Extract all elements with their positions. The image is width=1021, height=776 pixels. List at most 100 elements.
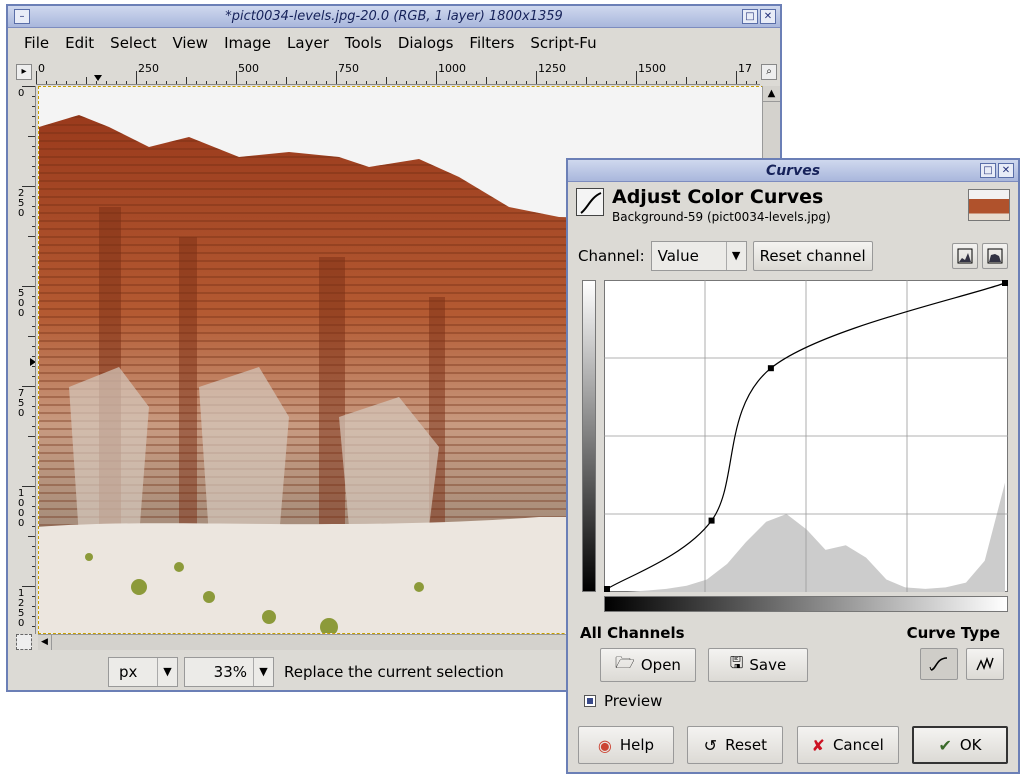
preview-label: Preview xyxy=(604,692,663,710)
menu-filters[interactable]: Filters xyxy=(461,34,522,52)
chevron-down-icon[interactable]: ▼ xyxy=(253,658,273,686)
curve-editor xyxy=(582,280,1008,620)
ruler-h-label: 1250 xyxy=(538,62,566,75)
scroll-left-icon[interactable]: ◀ xyxy=(38,635,52,650)
image-window-title: *pict0034-levels.jpg-20.0 (RGB, 1 layer)… xyxy=(225,9,563,24)
menu-dialogs[interactable]: Dialogs xyxy=(390,34,462,52)
curve-type-label: Curve Type xyxy=(906,624,1000,642)
log-histogram-icon[interactable] xyxy=(982,243,1008,269)
ruler-h-label: 0 xyxy=(38,62,45,75)
menu-tools[interactable]: Tools xyxy=(337,34,390,52)
ruler-v-label: 250 xyxy=(18,188,24,219)
input-gradient-bar xyxy=(604,596,1008,612)
ok-icon: ✔ xyxy=(938,735,952,755)
dialog-subheading: Background-59 (pict0034-levels.jpg) xyxy=(612,210,831,224)
zoom-combo[interactable]: 33% ▼ xyxy=(184,657,274,687)
reset-channel-button[interactable]: Reset channel xyxy=(752,241,873,271)
curve-control-point[interactable] xyxy=(1002,280,1008,286)
horizontal-ruler[interactable]: 0 250 500 750 1000 1250 1500 17 xyxy=(36,61,760,85)
cancel-button[interactable]: ✘ Cancel xyxy=(796,726,899,764)
ruler-v-label: 1000 xyxy=(18,488,24,529)
status-message: Replace the current selection xyxy=(284,663,504,681)
dialog-header: Adjust Color Curves Background-59 (pict0… xyxy=(576,186,1010,226)
section-labels: All Channels Curve Type xyxy=(580,624,1000,642)
image-window-titlebar[interactable]: – *pict0034-levels.jpg-20.0 (RGB, 1 laye… xyxy=(8,6,780,28)
help-button[interactable]: ◉ Help xyxy=(578,726,674,764)
curves-title: Curves xyxy=(765,163,821,179)
io-buttons: 🗁 Open 🖫 Save xyxy=(600,648,808,682)
ruler-v-label: 500 xyxy=(18,288,24,319)
scroll-up-icon[interactable]: ▲ xyxy=(763,86,780,102)
curves-titlebar[interactable]: Curves □ ✕ xyxy=(568,160,1018,182)
freehand-curve-icon[interactable] xyxy=(966,648,1004,680)
reset-label: Reset xyxy=(725,736,767,754)
quick-mask-toggle-icon[interactable] xyxy=(16,634,32,650)
menu-edit[interactable]: Edit xyxy=(57,34,102,52)
ruler-v-label: 0 xyxy=(18,88,24,99)
ruler-v-label: 750 xyxy=(18,388,24,419)
layer-thumbnail xyxy=(968,189,1010,221)
chevron-down-icon[interactable]: ▼ xyxy=(725,242,746,270)
all-channels-label: All Channels xyxy=(580,624,685,642)
menu-view[interactable]: View xyxy=(164,34,216,52)
ruler-menu-icon[interactable]: ▸ xyxy=(16,64,32,80)
menubar: File Edit Select View Image Layer Tools … xyxy=(8,29,780,57)
ruler-h-label: 500 xyxy=(238,62,259,75)
ruler-h-label: 250 xyxy=(138,62,159,75)
folder-icon: 🗁 xyxy=(615,652,635,672)
preview-checkbox[interactable] xyxy=(584,695,596,707)
channel-row: Channel: Value ▼ Reset channel xyxy=(578,240,1008,272)
zoom-value: 33% xyxy=(213,663,247,681)
menu-select[interactable]: Select xyxy=(102,34,164,52)
save-label: Save xyxy=(749,656,787,674)
pointer-marker-icon xyxy=(30,358,35,366)
open-label: Open xyxy=(640,656,681,674)
menu-image[interactable]: Image xyxy=(216,34,279,52)
vertical-ruler-ticks: 0 2 5 0 5 0 0 7 5 0 1 0 0 0 1 2 5 0 xyxy=(18,86,35,629)
dialog-heading: Adjust Color Curves xyxy=(612,186,824,208)
linear-histogram-icon[interactable] xyxy=(952,243,978,269)
pointer-marker-icon xyxy=(94,75,102,81)
unit-value: px xyxy=(119,663,138,681)
preview-row[interactable]: Preview xyxy=(584,692,662,710)
help-label: Help xyxy=(619,736,655,754)
maximize-icon[interactable]: □ xyxy=(742,9,758,24)
save-button[interactable]: 🖫 Save xyxy=(708,648,808,682)
channel-label: Channel: xyxy=(578,247,645,265)
open-button[interactable]: 🗁 Open xyxy=(600,648,696,682)
curve-control-point[interactable] xyxy=(708,517,715,524)
zoom-icon[interactable]: ⌕ xyxy=(761,64,777,80)
channel-combo[interactable]: Value ▼ xyxy=(650,241,747,271)
vertical-ruler[interactable]: 0 250 500 750 1000 1250 xyxy=(16,86,36,634)
chevron-down-icon[interactable]: ▼ xyxy=(157,658,177,686)
menu-script-fu[interactable]: Script-Fu xyxy=(522,34,604,52)
menu-file[interactable]: File xyxy=(16,34,57,52)
cancel-label: Cancel xyxy=(832,736,884,754)
close-icon[interactable]: ✕ xyxy=(760,9,776,24)
horizontal-ruler-ticks: 0 250 500 750 1000 1250 1500 17 xyxy=(36,62,757,84)
smooth-curve-icon[interactable] xyxy=(920,648,958,680)
unit-combo[interactable]: px ▼ xyxy=(108,657,178,687)
lifebuoy-icon: ◉ xyxy=(597,735,612,755)
channel-value: Value xyxy=(657,247,699,265)
close-icon[interactable]: ✕ xyxy=(998,163,1014,178)
maximize-icon[interactable]: □ xyxy=(980,163,996,178)
reset-icon: ↺ xyxy=(703,735,718,755)
curve-graph[interactable] xyxy=(604,280,1008,592)
curve-control-point[interactable] xyxy=(767,365,774,372)
curves-tool-icon xyxy=(576,188,604,216)
ruler-h-label: 1000 xyxy=(438,62,466,75)
output-gradient-bar xyxy=(582,280,596,592)
curve-control-point[interactable] xyxy=(604,586,610,592)
cancel-x-icon: ✘ xyxy=(811,735,825,755)
curve-type-toggles xyxy=(920,648,1004,680)
floppy-icon: 🖫 xyxy=(729,652,744,672)
ok-label: OK xyxy=(959,736,982,754)
curves-dialog: Curves □ ✕ Adjust Color Curves Backgroun… xyxy=(566,158,1020,774)
ruler-h-label: 750 xyxy=(338,62,359,75)
reset-button[interactable]: ↺ Reset xyxy=(687,726,784,764)
menu-layer[interactable]: Layer xyxy=(279,34,337,52)
ok-button[interactable]: ✔ OK xyxy=(911,726,1008,764)
ruler-h-label: 17 xyxy=(738,62,752,75)
ruler-v-label: 1250 xyxy=(18,588,24,629)
